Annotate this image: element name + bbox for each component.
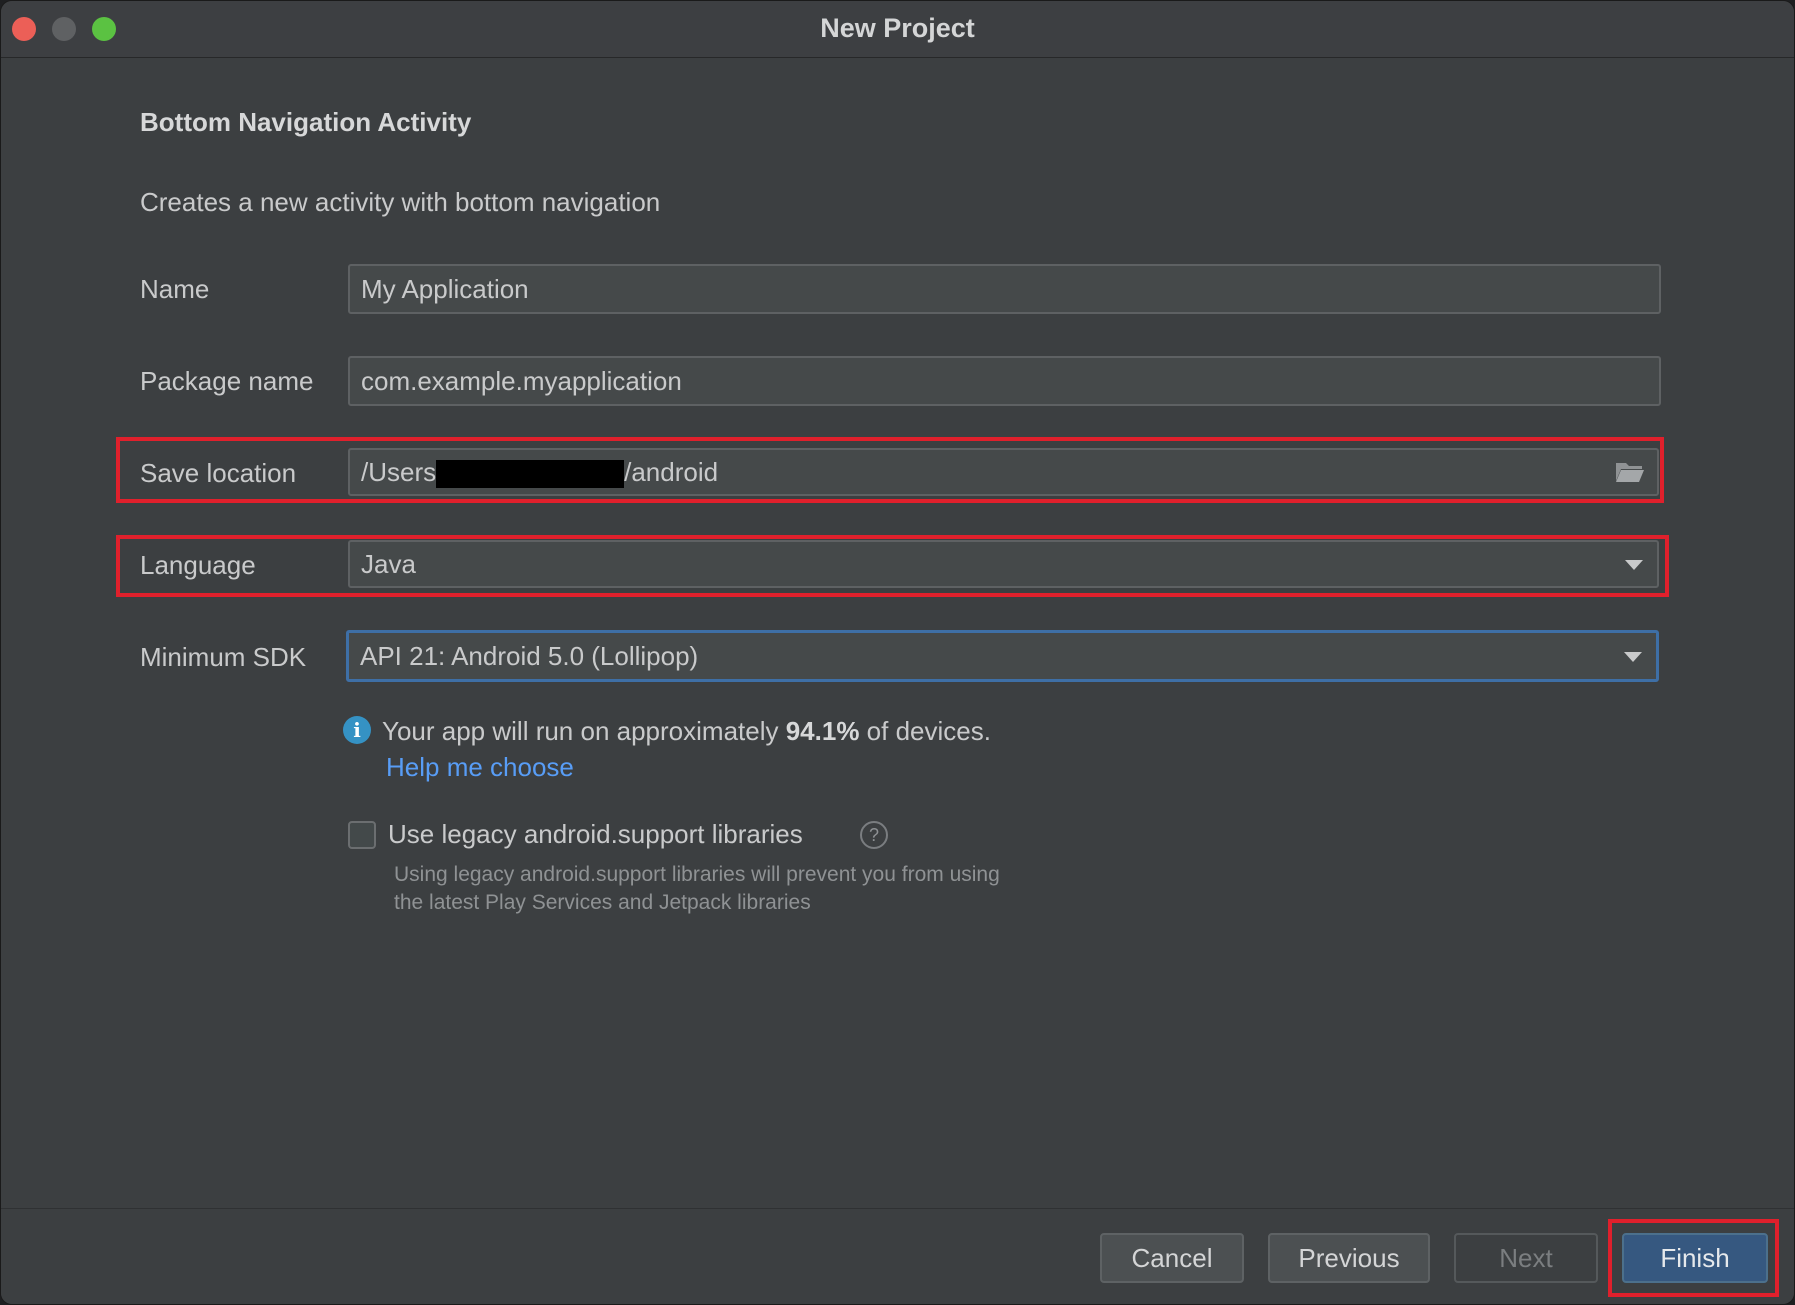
save-location-highlight <box>116 437 1664 503</box>
template-heading: Bottom Navigation Activity <box>140 107 472 137</box>
legacy-support-checkbox[interactable] <box>348 821 376 849</box>
package-name-input[interactable] <box>348 356 1661 406</box>
finish-highlight <box>1608 1219 1779 1297</box>
help-me-choose-link[interactable]: Help me choose <box>386 752 574 783</box>
minimum-sdk-select[interactable]: API 21: Android 5.0 (Lollipop) <box>346 630 1659 682</box>
language-highlight <box>116 535 1669 597</box>
name-input[interactable] <box>348 264 1661 314</box>
new-project-window: New Project Bottom Navigation Activity C… <box>0 0 1795 1305</box>
template-description: Creates a new activity with bottom navig… <box>140 187 661 217</box>
minimum-sdk-label: Minimum SDK <box>140 642 307 672</box>
info-icon: i <box>343 716 371 744</box>
device-coverage-text: Your app will run on approximately 94.1%… <box>382 716 991 746</box>
previous-button[interactable]: Previous <box>1268 1233 1430 1283</box>
legacy-support-help: Using legacy android.support libraries w… <box>394 863 1000 914</box>
legacy-support-label[interactable]: Use legacy android.support libraries <box>388 819 803 850</box>
name-label: Name <box>140 274 210 304</box>
minimum-sdk-value: API 21: Android 5.0 (Lollipop) <box>360 641 699 671</box>
cancel-button[interactable]: Cancel <box>1100 1233 1244 1283</box>
next-button[interactable]: Next <box>1454 1233 1598 1283</box>
chevron-down-icon <box>1624 652 1642 662</box>
package-name-label: Package name <box>140 366 314 396</box>
title-bar: New Project <box>1 1 1794 58</box>
help-question-icon[interactable]: ? <box>860 821 888 849</box>
window-title: New Project <box>820 13 975 43</box>
coverage-percent: 94.1% <box>785 716 860 746</box>
